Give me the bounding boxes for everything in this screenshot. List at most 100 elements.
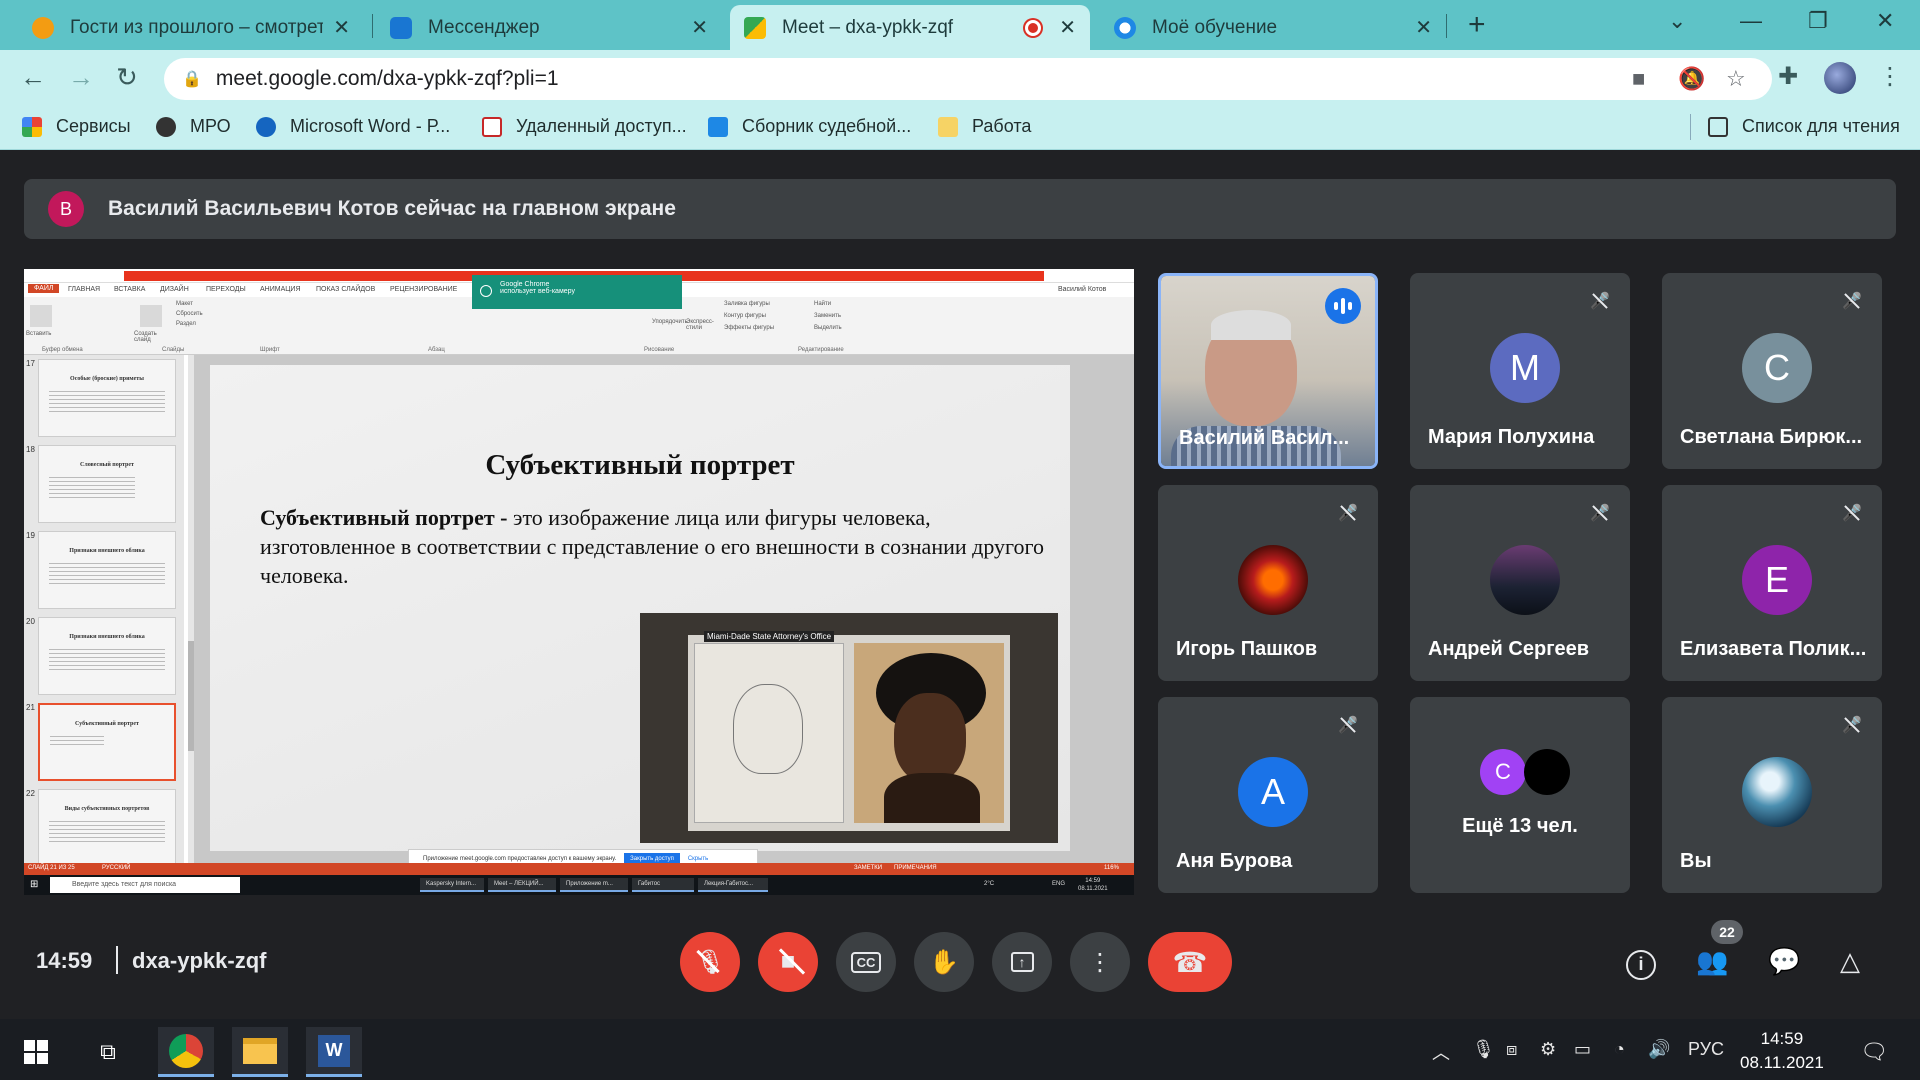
comments-button[interactable]: ПРИМЕЧАНИЯ <box>894 865 937 871</box>
leave-call-button[interactable]: ☎ <box>1148 932 1232 992</box>
participant-count-badge: 22 <box>1711 920 1743 944</box>
chat-button[interactable]: 💬 <box>1768 946 1800 977</box>
extensions-icon[interactable]: ✚ <box>1778 62 1798 91</box>
forward-icon[interactable]: → <box>68 62 94 93</box>
tab-meet[interactable]: Meet – dxa-ypkk-zqf ✕ <box>730 5 1090 50</box>
participant-name: Аня Бурова <box>1176 850 1293 872</box>
microphone-tray-icon[interactable]: 🎙 <box>1472 1039 1495 1060</box>
url-text[interactable]: meet.google.com/dxa-ypkk-zqf?pli=1 <box>216 67 559 91</box>
lock-icon[interactable]: 🔒 <box>182 69 202 89</box>
bookmark-work-folder[interactable]: Работа <box>938 116 1031 137</box>
slide-thumb[interactable]: Признаки внешнего облика <box>38 617 176 695</box>
tab-search-icon[interactable]: ⌄ <box>1668 8 1686 34</box>
tab-guests[interactable]: Гости из прошлого – смотреть ✕ <box>18 5 364 50</box>
present-button[interactable]: ↑ <box>992 932 1052 992</box>
notifications-blocked-icon[interactable]: 🔕 <box>1678 66 1705 92</box>
close-window-icon[interactable]: ✕ <box>1876 8 1894 34</box>
steam-tray-icon[interactable]: ⚙ <box>1540 1039 1556 1060</box>
captions-button[interactable]: CC <box>836 932 896 992</box>
participant-tile[interactable]: 🎤 С Светлана Бирюк... <box>1662 273 1882 469</box>
bookmark-court[interactable]: Сборник судебной... <box>708 116 911 137</box>
minimize-icon[interactable]: — <box>1740 8 1762 34</box>
volume-icon[interactable]: 🔊 <box>1648 1039 1670 1060</box>
activities-icon: △ <box>1840 946 1860 976</box>
slide-thumb[interactable]: Признаки внешнего облика <box>38 531 176 609</box>
ribbon-reset: Сбросить <box>176 311 203 317</box>
slide-thumb-selected[interactable]: Субъективный портрет <box>38 703 176 781</box>
webcam-notification[interactable]: Google Chrome использует веб-камеру <box>472 275 682 309</box>
wifi-icon[interactable]: ◔ <box>1614 1039 1625 1060</box>
current-slide: Субъективный портрет Субъективный портре… <box>210 365 1070 851</box>
participant-tile[interactable]: 🎤 Игорь Пашков <box>1158 485 1378 681</box>
reading-list-icon <box>1708 116 1728 137</box>
remote-access-icon <box>482 116 502 137</box>
participant-tile[interactable]: 🎤 М Мария Полухина <box>1410 273 1630 469</box>
task-view-button[interactable]: ⧉ <box>80 1027 136 1077</box>
close-tab-icon[interactable]: ✕ <box>333 15 350 40</box>
ppt-user: Василий Котов <box>1058 286 1107 293</box>
bookmark-star-icon[interactable]: ☆ <box>1726 66 1746 92</box>
bookmarks-bar: Сервисы МРО Microsoft Word - Р... Удален… <box>0 106 1920 150</box>
taskbar-clock[interactable]: 14:59 08.11.2021 <box>1740 1027 1824 1075</box>
reload-icon[interactable]: ↻ <box>116 62 138 93</box>
reading-list-button[interactable]: Список для чтения <box>1708 116 1900 137</box>
participant-tile-presenter[interactable]: Василий Васил... <box>1158 273 1378 469</box>
back-icon[interactable]: ← <box>20 62 46 93</box>
meeting-time: 14:59 <box>36 948 93 973</box>
camera-tray-icon[interactable]: ⧈ <box>1506 1039 1517 1060</box>
bookmark-mro[interactable]: МРО <box>156 116 231 137</box>
more-participants-tile[interactable]: С Ещё 13 чел. <box>1410 697 1630 893</box>
camera-in-use-icon[interactable]: ■ <box>1632 66 1645 92</box>
participant-avatar <box>1524 749 1570 795</box>
participant-tile[interactable]: 🎤 Андрей Сергеев <box>1410 485 1630 681</box>
taskbar-chrome[interactable] <box>158 1027 214 1077</box>
participants-button[interactable]: 👥 <box>1696 946 1728 977</box>
hide-share-bar-button[interactable]: Скрыть <box>688 856 708 862</box>
remote-app: Лекция-Габитос... <box>698 878 768 892</box>
bookmark-remote[interactable]: Удаленный доступ... <box>482 116 687 137</box>
bookmark-word[interactable]: Microsoft Word - Р... <box>256 116 450 137</box>
mic-toggle-button[interactable]: 🎙 <box>680 932 740 992</box>
participant-tile[interactable]: 🎤 Е Елизавета Полик... <box>1662 485 1882 681</box>
battery-icon[interactable]: ▭ <box>1574 1039 1591 1060</box>
profile-avatar[interactable] <box>1824 62 1856 94</box>
slide-thumb[interactable]: Виды субъективных портретов <box>38 789 176 867</box>
learning-icon <box>1114 16 1136 39</box>
close-tab-icon[interactable]: ✕ <box>691 15 708 40</box>
restore-icon[interactable]: ❐ <box>1808 8 1828 34</box>
close-tab-icon[interactable]: ✕ <box>1059 15 1076 40</box>
address-bar[interactable]: 🔒 meet.google.com/dxa-ypkk-zqf?pli=1 ■ 🔕… <box>164 58 1772 100</box>
ribbon-shape-outline: Контур фигуры <box>724 313 766 319</box>
browser-menu-icon[interactable]: ⋮ <box>1878 62 1902 91</box>
thumb-number: 18 <box>26 445 35 454</box>
start-button[interactable] <box>8 1027 64 1077</box>
slide-thumb[interactable]: Словесный портрет <box>38 445 176 523</box>
bookmark-services[interactable]: Сервисы <box>22 116 131 137</box>
ribbon-group-label: Редактирование <box>798 347 844 353</box>
ribbon-paste: Вставить <box>26 331 52 337</box>
meeting-details-button[interactable]: i <box>1626 946 1656 980</box>
taskbar-word[interactable]: W <box>306 1027 362 1077</box>
messenger-icon <box>390 16 412 39</box>
more-options-button[interactable]: ⋮ <box>1070 932 1130 992</box>
participant-tile-self[interactable]: 🎤 Вы <box>1662 697 1882 893</box>
input-language[interactable]: РУС <box>1688 1039 1724 1060</box>
ppt-statusbar: СЛАЙД 21 ИЗ 25 РУССКИЙ ЗАМЕТКИ ПРИМЕЧАНИ… <box>24 863 1134 875</box>
thumb-number: 17 <box>26 359 35 368</box>
new-tab-button[interactable]: + <box>1468 8 1486 42</box>
close-tab-icon[interactable]: ✕ <box>1415 15 1432 40</box>
notifications-icon[interactable]: 🗨 <box>1860 1039 1888 1065</box>
slide-thumb[interactable]: Особые (броские) приметы <box>38 359 176 437</box>
participant-tile[interactable]: 🎤 А Аня Бурова <box>1158 697 1378 893</box>
tray-overflow-icon[interactable]: ︿ <box>1432 1039 1450 1065</box>
taskbar-explorer[interactable] <box>232 1027 288 1077</box>
mic-off-icon: 🎤 <box>1334 499 1362 527</box>
notes-button[interactable]: ЗАМЕТКИ <box>854 865 882 871</box>
mic-off-icon: 🎤 <box>1838 287 1866 315</box>
camera-toggle-button[interactable]: ■ <box>758 932 818 992</box>
activities-button[interactable]: △ <box>1840 946 1860 977</box>
tab-learning[interactable]: Моё обучение ✕ <box>1100 5 1446 50</box>
raise-hand-button[interactable]: ✋ <box>914 932 974 992</box>
tab-messenger[interactable]: Мессенджер ✕ <box>376 5 722 50</box>
shared-screen[interactable]: ФАЙЛ ГЛАВНАЯ ВСТАВКА ДИЗАЙН ПЕРЕХОДЫ АНИ… <box>24 269 1134 895</box>
